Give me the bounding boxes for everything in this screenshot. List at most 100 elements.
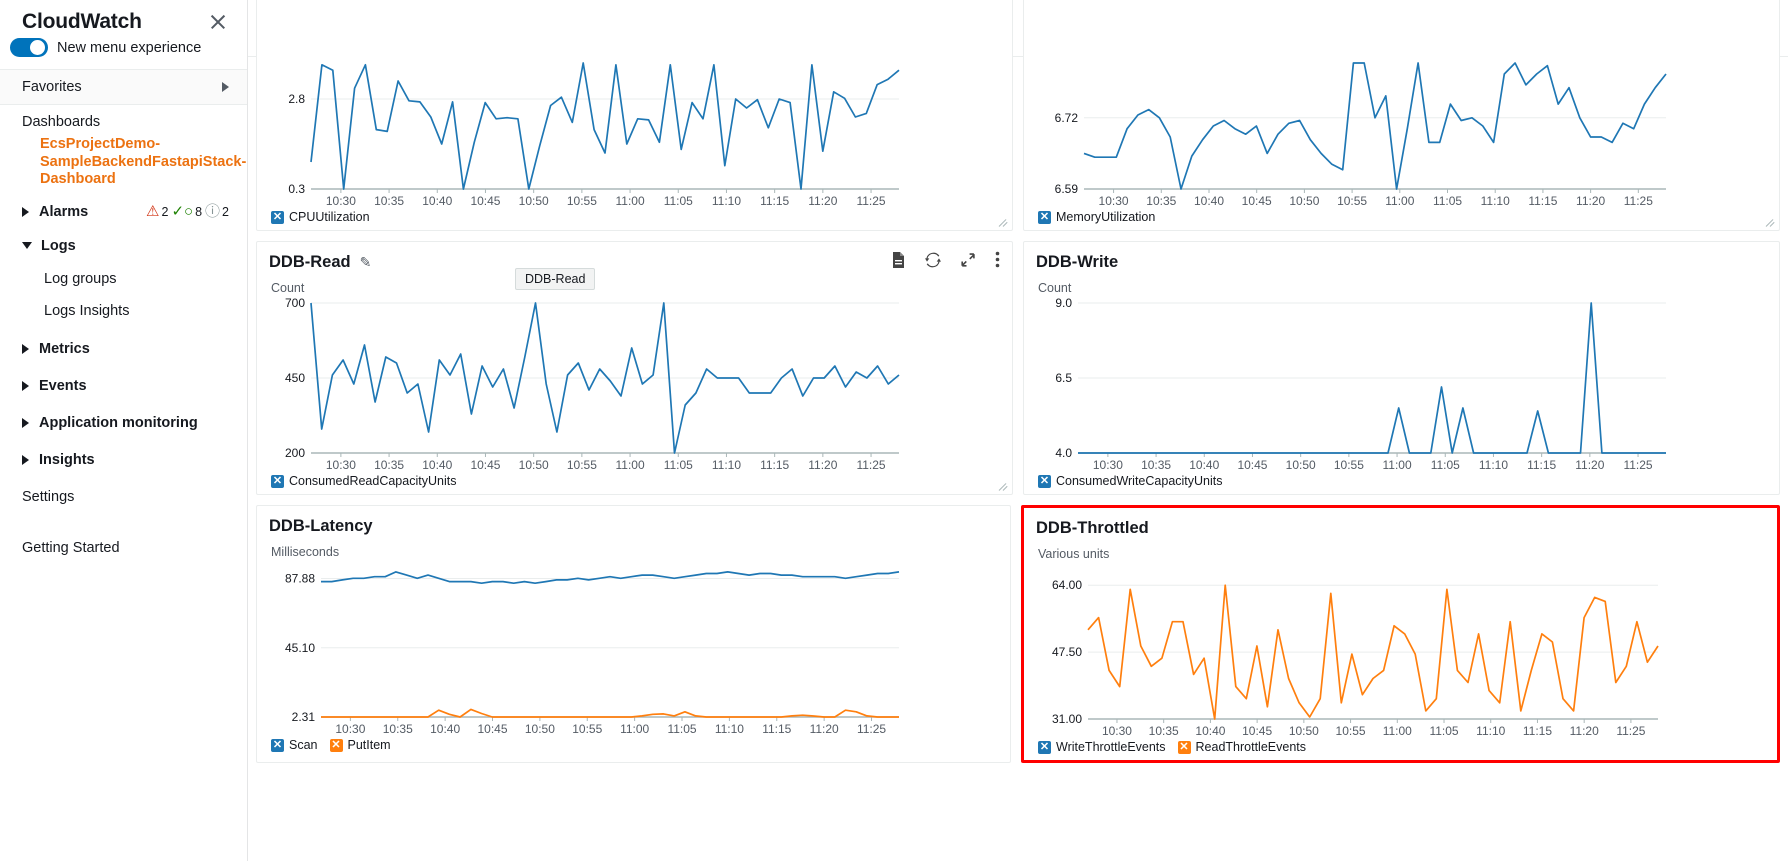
sidebar-item-dashboard-ecsprojectdemo[interactable]: EcsProjectDemo-SampleBackendFastapiStack… — [0, 134, 247, 195]
legend-item[interactable]: ✕ MemoryUtilization — [1038, 210, 1155, 224]
legend-item[interactable]: ✕ ConsumedReadCapacityUnits — [271, 474, 456, 488]
svg-text:11:25: 11:25 — [856, 194, 885, 208]
svg-text:11:15: 11:15 — [1527, 458, 1556, 472]
svg-text:10:45: 10:45 — [1242, 724, 1272, 738]
sidebar: CloudWatch New menu experience Favorites… — [0, 0, 248, 861]
widget-title: DDB-Write — [1036, 252, 1119, 271]
svg-text:10:40: 10:40 — [1195, 724, 1225, 738]
svg-text:10:40: 10:40 — [430, 722, 460, 736]
svg-text:11:10: 11:10 — [712, 458, 741, 472]
widget-memory-utilization[interactable]: 6.72 6.59 10:30 10:35 10:40 10:45 10:50 10:55 11… — [1023, 0, 1780, 231]
sidebar-item-label: Logs — [41, 237, 76, 254]
dashboard-grid: 2.8 0.3 10:30 10:35 10:40 10:45 10:50 10:55 11:0… — [248, 0, 1788, 861]
svg-text:10:45: 10:45 — [1242, 194, 1272, 208]
svg-text:10:35: 10:35 — [374, 194, 404, 208]
widget-cpu-utilization[interactable]: 2.8 0.3 10:30 10:35 10:40 10:45 10:50 10:55 11:0… — [256, 0, 1013, 231]
sidebar-item-alarms[interactable]: Alarms ⚠ 2 ✓○ 8 ⓘ 2 — [0, 195, 247, 229]
sidebar-item-getting-started[interactable]: Getting Started — [0, 513, 247, 564]
svg-text:11:05: 11:05 — [667, 722, 696, 736]
legend-ddb-latency: ✕ Scan ✕ PutItem — [269, 738, 998, 752]
series-line — [321, 708, 899, 718]
svg-text:10:35: 10:35 — [1149, 724, 1179, 738]
main-content: EcsProjectDemo-Sampl... Add widget Actio… — [248, 0, 1788, 861]
widget-ddb-write[interactable]: DDB-Write Count 9.0 6.5 4.0 10:30 10:35 10:40… — [1023, 241, 1780, 495]
sidebar-item-logs-insights[interactable]: Logs Insights — [0, 295, 247, 327]
sidebar-item-metrics[interactable]: Metrics — [0, 327, 247, 366]
svg-text:11:05: 11:05 — [1429, 724, 1458, 738]
document-icon[interactable] — [891, 251, 906, 268]
svg-text:10:50: 10:50 — [519, 194, 549, 208]
svg-text:9.0: 9.0 — [1055, 297, 1072, 310]
chevron-right-icon — [22, 206, 29, 217]
svg-text:11:10: 11:10 — [1481, 194, 1510, 208]
svg-text:10:50: 10:50 — [1286, 458, 1316, 472]
svg-text:10:40: 10:40 — [1189, 458, 1219, 472]
sidebar-item-logs[interactable]: Logs — [0, 229, 247, 263]
sidebar-item-dashboards[interactable]: Dashboards — [0, 105, 247, 134]
legend-ddb-throttled: ✕ WriteThrottleEvents ✕ ReadThrottleEvents — [1036, 740, 1765, 754]
legend-item[interactable]: ✕ Scan — [271, 738, 318, 752]
check-circle-icon: ✓○ — [171, 203, 194, 220]
insufficient-data-icon: ⓘ — [205, 203, 221, 220]
more-options-icon[interactable] — [995, 251, 1000, 268]
resize-handle[interactable] — [999, 217, 1009, 227]
new-menu-experience-label: New menu experience — [57, 39, 202, 56]
svg-text:10:35: 10:35 — [374, 458, 404, 472]
legend-item[interactable]: ✕ PutItem — [329, 738, 391, 752]
sidebar-item-label: Metrics — [39, 340, 90, 357]
sidebar-item-events[interactable]: Events — [0, 366, 247, 403]
chevron-right-icon — [222, 82, 229, 92]
widget-title: DDB-Latency — [269, 516, 373, 535]
widget-ddb-throttled[interactable]: DDB-Throttled Various units 64.00 47.50 31… — [1021, 505, 1780, 763]
chevron-right-icon — [22, 343, 29, 354]
svg-text:11:00: 11:00 — [615, 458, 644, 472]
refresh-icon[interactable] — [925, 252, 941, 268]
chart-cpu-utilization: 2.8 0.3 10:30 10:35 10:40 10:45 10:50 10:55 11:0… — [269, 57, 1000, 209]
legend-item[interactable]: ✕ CPUUtilization — [271, 210, 370, 224]
sidebar-item-application-monitoring[interactable]: Application monitoring — [0, 403, 247, 440]
svg-text:10:40: 10:40 — [422, 194, 452, 208]
legend-label: Scan — [289, 738, 318, 752]
svg-text:10:45: 10:45 — [470, 458, 500, 472]
chart-svg: 87.88 45.10 2.31 10:30 10:35 10:40 10:45 10:50 1… — [285, 571, 900, 736]
svg-text:45.10: 45.10 — [285, 641, 315, 655]
expand-icon[interactable] — [960, 252, 976, 268]
legend-color-swatch: ✕ — [329, 738, 343, 752]
widget-ddb-read[interactable]: DDB-Read ✎ DDB-Read Count 700 450 200 10… — [256, 241, 1013, 495]
svg-text:4.0: 4.0 — [1055, 446, 1072, 460]
widget-unit-label: Count — [1038, 281, 1072, 295]
widget-action-icons — [891, 251, 1000, 268]
svg-text:0.3: 0.3 — [288, 182, 305, 196]
svg-text:10:55: 10:55 — [1336, 724, 1366, 738]
widget-unit-label: Milliseconds — [271, 545, 340, 559]
chart-ddb-write: 9.0 6.5 4.0 10:30 10:35 10:40 10:45 10:50 10:55 1… — [1036, 297, 1767, 473]
legend-ddb-write: ✕ ConsumedWriteCapacityUnits — [1036, 474, 1767, 488]
sidebar-item-settings[interactable]: Settings — [0, 477, 247, 513]
sidebar-item-insights[interactable]: Insights — [0, 440, 247, 477]
widget-unit-label: Count — [271, 281, 305, 295]
chevron-down-icon — [22, 242, 32, 249]
legend-item[interactable]: ✕ ReadThrottleEvents — [1177, 740, 1306, 754]
legend-item[interactable]: ✕ ConsumedWriteCapacityUnits — [1038, 474, 1223, 488]
close-icon[interactable] — [207, 11, 229, 33]
sidebar-item-label: Application monitoring — [39, 414, 198, 431]
resize-handle[interactable] — [999, 481, 1009, 491]
new-menu-experience-toggle-row[interactable]: New menu experience — [0, 36, 247, 69]
svg-text:11:20: 11:20 — [810, 722, 839, 736]
legend-color-swatch: ✕ — [1177, 740, 1191, 754]
svg-text:10:50: 10:50 — [519, 458, 549, 472]
widget-ddb-latency[interactable]: DDB-Latency Milliseconds 87.88 45.10 2.31 1… — [256, 505, 1011, 763]
svg-text:47.50: 47.50 — [1052, 645, 1082, 659]
svg-text:11:10: 11:10 — [1476, 724, 1505, 738]
svg-text:11:25: 11:25 — [1624, 194, 1653, 208]
sidebar-item-favorites[interactable]: Favorites — [0, 70, 247, 105]
sidebar-item-log-groups[interactable]: Log groups — [0, 263, 247, 295]
alarm-count-in-alarm: ⚠ 2 — [146, 204, 168, 219]
legend-item[interactable]: ✕ WriteThrottleEvents — [1038, 740, 1166, 754]
edit-pencil-icon[interactable]: ✎ — [360, 254, 372, 271]
new-menu-experience-switch[interactable] — [10, 38, 48, 57]
resize-handle[interactable] — [1766, 217, 1776, 227]
warning-triangle-icon: ⚠ — [146, 203, 160, 220]
chart-svg: 9.0 6.5 4.0 10:30 10:35 10:40 10:45 10:50 10:55 1… — [1055, 297, 1666, 472]
legend-label: WriteThrottleEvents — [1056, 740, 1166, 754]
